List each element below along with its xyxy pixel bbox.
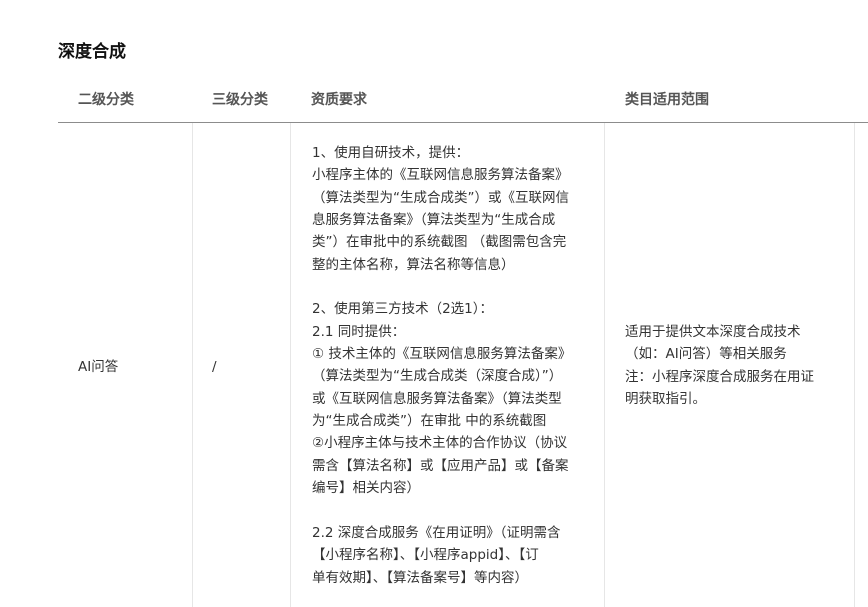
header-level2-category: 二级分类 — [78, 92, 134, 108]
header-requirements: 资质要求 — [311, 92, 367, 108]
cell-applicable-scope: 适用于提供文本深度合成技术 （如：AI问答）等相关服务 注：小程序深度合成服务在… — [625, 324, 814, 408]
cell-level3-category: / — [212, 359, 217, 375]
header-applicable-scope: 类目适用范围 — [625, 92, 709, 108]
column-divider — [604, 123, 605, 607]
table-header: 二级分类 三级分类 资质要求 类目适用范围 — [58, 86, 868, 123]
column-divider — [192, 123, 193, 607]
header-level3-category: 三级分类 — [212, 92, 268, 108]
column-divider — [854, 123, 855, 607]
section-title: 深度合成 — [58, 42, 126, 62]
cell-level2-category: AI问答 — [78, 359, 119, 375]
table-row: AI问答 / 1、使用自研技术，提供： 小程序主体的《互联网信息服务算法备案》 … — [58, 123, 868, 607]
cell-requirements: 1、使用自研技术，提供： 小程序主体的《互联网信息服务算法备案》 （算法类型为“… — [312, 145, 572, 586]
column-divider — [290, 123, 291, 607]
page: 深度合成 二级分类 三级分类 资质要求 类目适用范围 AI问答 / 1、使用自研… — [0, 0, 868, 607]
